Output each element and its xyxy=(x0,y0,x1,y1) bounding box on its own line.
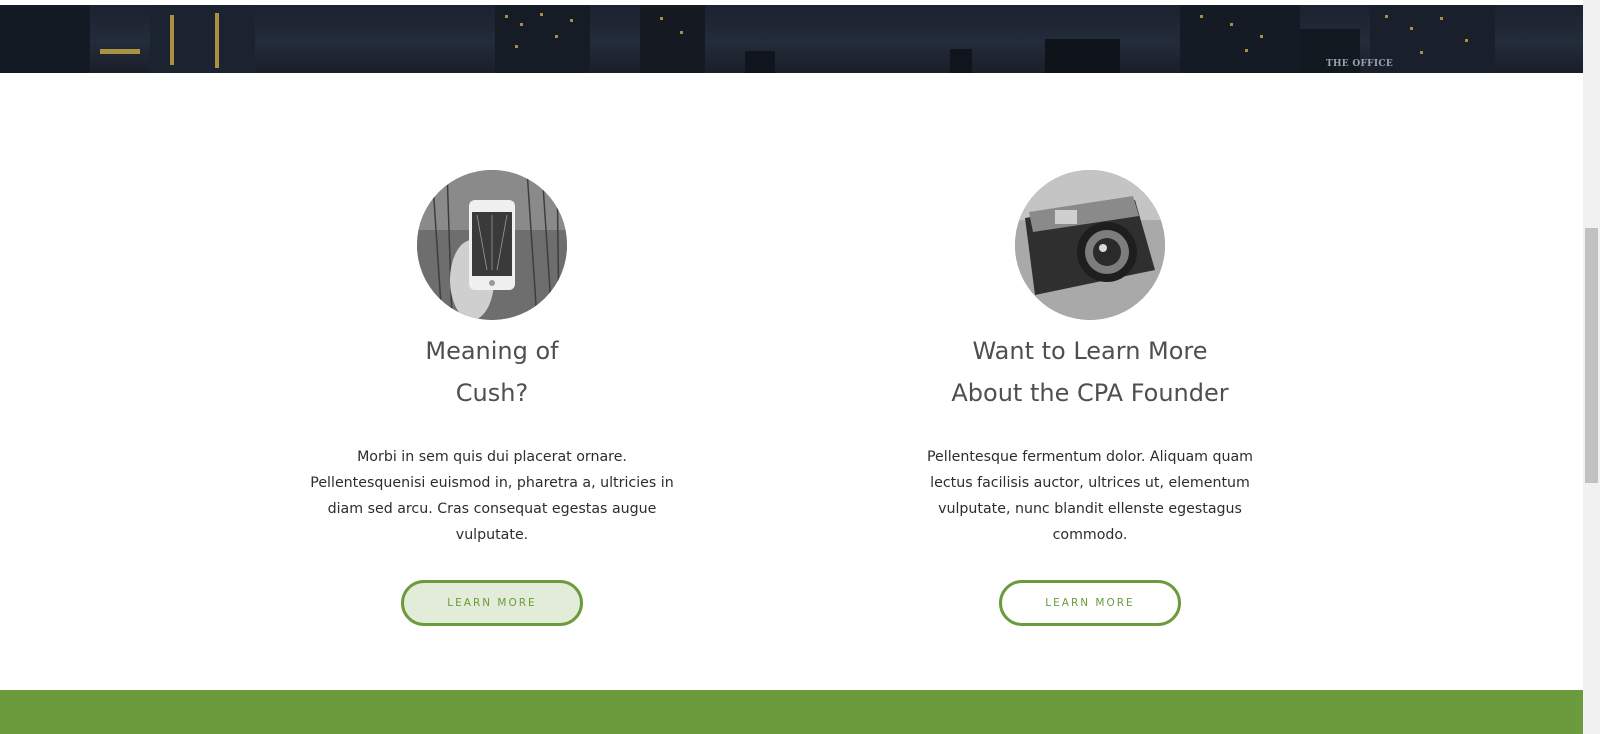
feature-card-meaning: Meaning of Cush? Morbi in sem quis dui p… xyxy=(282,170,702,626)
feature-title: Want to Learn More About the CPA Founder xyxy=(940,330,1240,414)
feature-title-line: Want to Learn More xyxy=(972,337,1208,365)
feature-title-line: Cush? xyxy=(455,379,529,407)
camera-photo-icon xyxy=(1015,170,1165,320)
page: THE OFFICE Meaning of Cush? Morbi in sem… xyxy=(0,0,1600,734)
scrollbar-thumb[interactable] xyxy=(1585,228,1598,483)
banner-sign-text: THE OFFICE xyxy=(1325,59,1393,69)
feature-description: Pellentesque fermentum dolor. Aliquam qu… xyxy=(926,449,1253,543)
feature-title-line: About the CPA Founder xyxy=(951,379,1229,407)
city-skyline-banner: THE OFFICE xyxy=(0,5,1583,73)
feature-card-cpa-founder: Want to Learn More About the CPA Founder… xyxy=(880,170,1300,626)
feature-title-line: Meaning of xyxy=(425,337,559,365)
feature-title: Meaning of Cush? xyxy=(402,330,582,414)
feature-description: Morbi in sem quis dui placerat ornare. P… xyxy=(310,449,674,543)
learn-more-button[interactable]: LEARN MORE xyxy=(401,580,583,626)
content-area: THE OFFICE Meaning of Cush? Morbi in sem… xyxy=(0,0,1583,734)
vertical-scrollbar[interactable] xyxy=(1583,0,1600,734)
learn-more-button[interactable]: LEARN MORE xyxy=(999,580,1181,626)
smartphone-photo-icon xyxy=(417,170,567,320)
green-footer-band xyxy=(0,690,1583,734)
